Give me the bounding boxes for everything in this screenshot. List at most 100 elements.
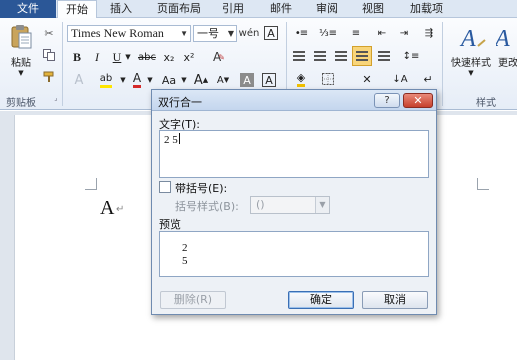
align-left-button[interactable] [291, 48, 307, 64]
grow-font-button[interactable]: A ▲ [193, 71, 209, 89]
text-input[interactable]: 2 5 [159, 130, 429, 178]
tab-view[interactable]: 视图 [362, 0, 384, 18]
highlight-dropdown-icon[interactable]: ▼ [119, 71, 127, 89]
crop-mark-top-left [85, 178, 97, 190]
copy-icon [43, 49, 55, 61]
highlight-button[interactable]: ab [95, 71, 117, 89]
subscript-button[interactable]: x₂ [161, 49, 177, 65]
change-styles-label: 更改 [498, 58, 517, 69]
down-arrow-icon: ▼ [223, 76, 230, 84]
quick-styles-button[interactable]: A 快速样式 ▼ [449, 22, 493, 77]
numbering-button[interactable]: ⅓≡ [318, 25, 338, 41]
tab-file[interactable]: 文件 [0, 0, 56, 18]
group-divider [442, 22, 443, 106]
distributed-icon [378, 51, 390, 61]
sort-button[interactable]: ↓A [392, 71, 408, 87]
shrink-font-button[interactable]: A ▼ [215, 71, 231, 89]
enclose-characters-button[interactable]: A [262, 24, 280, 42]
underline-dropdown-icon[interactable]: ▼ [124, 49, 132, 65]
format-painter-button[interactable] [42, 70, 56, 84]
quick-styles-label: 快速样式 [451, 58, 491, 69]
brackets-checkbox[interactable] [159, 181, 171, 193]
distributed-button[interactable] [376, 48, 392, 64]
tab-home[interactable]: 开始 [57, 0, 97, 19]
preview-line-1: 2 [182, 242, 188, 254]
help-button[interactable]: ? [374, 93, 400, 108]
preview-label: 预览 [159, 218, 181, 231]
close-button[interactable]: ✕ [403, 93, 433, 108]
dialog-title-bar[interactable]: 双行合一 ? ✕ [152, 90, 436, 111]
tab-add-ins[interactable]: 加载项 [410, 0, 443, 18]
font-size-value: 一号 [197, 27, 219, 40]
quick-styles-icon: A [459, 26, 486, 52]
asian-layout-button[interactable]: ✕ [356, 71, 378, 87]
shading-button[interactable]: ◈ [291, 71, 311, 87]
highlighter-icon: ab [99, 73, 113, 88]
bracket-style-select[interactable]: () ▼ [250, 196, 330, 214]
cut-button[interactable]: ✂ [42, 26, 56, 40]
chinese-layout-button[interactable]: ⇶ [420, 25, 438, 41]
tab-references[interactable]: 引用 [222, 0, 244, 18]
ribbon-tab-bar: 文件 开始 插入 页面布局 引用 邮件 审阅 视图 加载项 [0, 0, 517, 19]
font-color-dropdown-icon[interactable]: ▼ [146, 71, 154, 89]
character-border-button[interactable]: A [262, 73, 276, 87]
tab-review[interactable]: 审阅 [316, 0, 338, 18]
up-arrow-icon: ▲ [202, 76, 209, 84]
paste-dropdown-icon[interactable]: ▼ [18, 69, 23, 77]
borders-button[interactable] [318, 71, 338, 87]
show-marks-button[interactable]: ↵ [420, 71, 436, 87]
chevron-down-icon: ▼ [315, 197, 329, 213]
clipboard-launcher-icon[interactable]: ⌟ [52, 94, 60, 102]
delete-button[interactable]: 删除(R) [160, 291, 226, 309]
underline-button[interactable]: U [110, 49, 124, 65]
justify-button[interactable] [352, 46, 372, 66]
cancel-button[interactable]: 取消 [362, 291, 428, 309]
text-effects-button[interactable]: A [70, 71, 88, 89]
multilevel-list-button[interactable]: ≡ [346, 25, 366, 41]
font-name-combo[interactable]: Times New Roman ▼ [67, 25, 191, 42]
align-center-button[interactable] [312, 48, 328, 64]
align-right-button[interactable] [333, 48, 349, 64]
preview-line-2: 5 [182, 255, 188, 267]
bracket-style-label: 括号样式(B): [175, 200, 239, 213]
tab-page-layout[interactable]: 页面布局 [157, 0, 201, 18]
chevron-down-icon: ▼ [180, 29, 188, 38]
decrease-indent-button[interactable]: ⇤ [374, 25, 390, 41]
tab-mailings[interactable]: 邮件 [270, 0, 292, 18]
font-color-icon: A [132, 72, 142, 88]
bracket-style-value: () [256, 198, 265, 211]
tab-insert[interactable]: 插入 [110, 0, 132, 18]
superscript-button[interactable]: x² [181, 49, 197, 65]
bold-button[interactable]: B [70, 49, 84, 65]
phonetic-guide-icon: wén [238, 27, 260, 39]
clear-formatting-button[interactable]: A ✎ [210, 49, 228, 65]
change-case-button[interactable]: Aa [158, 71, 180, 89]
character-shading-button[interactable]: A [240, 73, 254, 87]
change-styles-button[interactable]: A 更改 [496, 22, 517, 69]
paste-button[interactable]: 粘贴 ▼ [6, 24, 36, 77]
line-spacing-button[interactable]: ↕≡ [400, 48, 422, 64]
align-right-icon [335, 51, 347, 61]
brackets-label[interactable]: 带括号(E): [175, 180, 227, 196]
combine-two-lines-dialog: 双行合一 ? ✕ 文字(T): 2 5 带括号(E): 括号样式(B): () … [151, 89, 437, 315]
close-icon: ✕ [413, 94, 423, 107]
bullets-button[interactable]: •≡ [291, 25, 311, 41]
strikethrough-button[interactable]: abc [137, 49, 157, 65]
paragraph-mark: ↵ [116, 204, 125, 215]
font-size-combo[interactable]: 一号 ▼ [193, 25, 237, 42]
paste-label: 粘贴 [11, 58, 31, 69]
paste-icon [11, 25, 32, 49]
increase-indent-button[interactable]: ⇥ [396, 25, 412, 41]
scissors-icon: ✂ [44, 26, 54, 40]
italic-button[interactable]: I [90, 49, 104, 65]
document-text[interactable]: A [100, 197, 114, 220]
text-input-value: 2 5 [164, 134, 178, 146]
copy-button[interactable] [42, 48, 56, 62]
font-color-button[interactable]: A [129, 71, 145, 89]
change-case-dropdown-icon[interactable]: ▼ [180, 71, 188, 89]
svg-text:A: A [496, 26, 510, 52]
phonetic-guide-button[interactable]: wén [238, 24, 260, 42]
ok-button[interactable]: 确定 [288, 291, 354, 309]
styles-group-label: 样式 [476, 98, 496, 109]
multilevel-list-icon: ≡ [351, 27, 361, 39]
